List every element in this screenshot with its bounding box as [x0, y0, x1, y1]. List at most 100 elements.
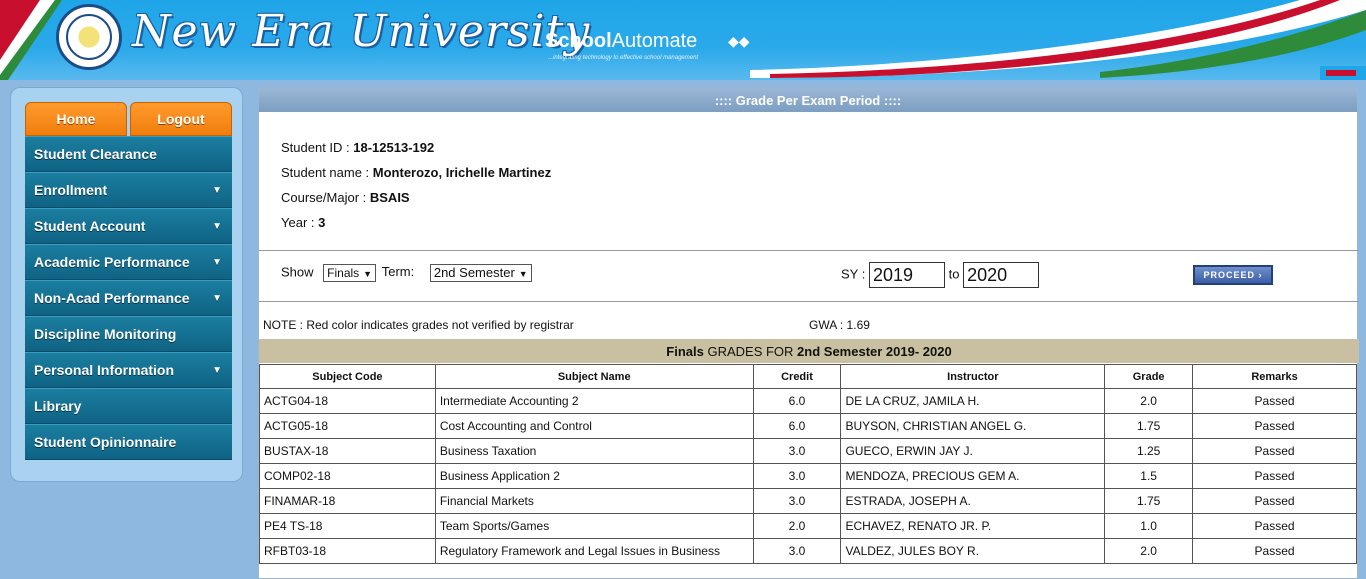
- product-school: School: [545, 30, 612, 52]
- table-row: BUSTAX-18 Business Taxation 3.0 GUECO, E…: [259, 438, 1357, 464]
- sidebar-item-student-account[interactable]: Student Account ▼: [25, 208, 232, 244]
- cell-remarks: Passed: [1192, 488, 1357, 514]
- cell-credit: 3.0: [752, 463, 842, 489]
- sidebar-item-label: Student Clearance: [34, 146, 157, 162]
- cell-subject-code: ACTG05-18: [259, 413, 436, 439]
- year-label: Year :: [281, 215, 319, 230]
- student-id-row: Student ID : 18-12513-192: [281, 140, 551, 165]
- cell-instructor: BUYSON, CHRISTIAN ANGEL G.: [840, 413, 1106, 439]
- diamond-icon: ◆◆: [728, 34, 750, 50]
- cell-remarks: Passed: [1192, 513, 1357, 539]
- sidebar-item-label: Library: [34, 398, 82, 414]
- sidebar-item-label: Academic Performance: [34, 254, 190, 270]
- sy-to-input[interactable]: 2020: [963, 262, 1040, 288]
- divider: [259, 301, 1359, 302]
- sidebar: Home Logout Student Clearance Enrollment…: [10, 87, 243, 482]
- cell-subject-name: Financial Markets: [434, 488, 754, 514]
- cell-credit: 3.0: [752, 538, 842, 564]
- home-button[interactable]: Home: [25, 102, 127, 136]
- sidebar-item-personal-information[interactable]: Personal Information ▼: [25, 352, 232, 388]
- band-term: 2nd Semester 2019- 2020: [797, 343, 952, 359]
- cell-remarks: Passed: [1192, 438, 1357, 464]
- cell-credit: 2.0: [752, 513, 842, 539]
- term-select[interactable]: 2nd Semester ▼: [429, 264, 532, 282]
- cell-grade: 2.0: [1104, 538, 1194, 564]
- chevron-down-icon: ▼: [212, 364, 222, 376]
- cell-subject-code: PE4 TS-18: [259, 513, 436, 539]
- course-value: BSAIS: [369, 190, 410, 205]
- cell-credit: 6.0: [752, 413, 842, 439]
- school-year-group: SY : 2019 to 2020: [841, 262, 1040, 288]
- cell-instructor: MENDOZA, PRECIOUS GEM A.: [840, 463, 1106, 489]
- chevron-down-icon: ▼: [212, 256, 222, 268]
- cell-grade: 2.0: [1104, 388, 1194, 414]
- note-text: NOTE : Red color indicates grades not ve…: [263, 318, 574, 332]
- sidebar-item-academic-performance[interactable]: Academic Performance ▼: [25, 244, 232, 280]
- sidebar-item-label: Enrollment: [34, 182, 108, 198]
- cell-subject-name: Intermediate Accounting 2: [434, 388, 754, 414]
- cell-grade: 1.0: [1104, 513, 1194, 539]
- gwa-value: GWA : 1.69: [809, 318, 870, 332]
- cell-credit: 3.0: [752, 488, 842, 514]
- panel-title: :::: Grade Per Exam Period ::::: [259, 88, 1357, 112]
- chevron-down-icon: ▼: [363, 269, 373, 279]
- table-row: ACTG05-18 Cost Accounting and Control 6.…: [259, 413, 1357, 439]
- col-subject-name: Subject Name: [434, 364, 754, 389]
- cell-subject-code: BUSTAX-18: [259, 438, 436, 464]
- sidebar-item-discipline-monitoring[interactable]: Discipline Monitoring: [25, 316, 232, 352]
- table-row: ACTG04-18 Intermediate Accounting 2 6.0 …: [259, 388, 1357, 414]
- cell-subject-name: Team Sports/Games: [434, 513, 754, 539]
- sidebar-item-library[interactable]: Library: [25, 388, 232, 424]
- cell-instructor: ECHAVEZ, RENATO JR. P.: [840, 513, 1106, 539]
- grades-header-band: Finals GRADES FOR 2nd Semester 2019- 202…: [259, 339, 1359, 363]
- cell-subject-name: Business Application 2: [434, 463, 754, 489]
- tagline: ...integrating technology to effective s…: [548, 55, 699, 61]
- show-label: Show: [281, 264, 314, 280]
- cell-remarks: Passed: [1192, 463, 1357, 489]
- cell-subject-code: COMP02-18: [259, 463, 436, 489]
- divider: [259, 250, 1359, 251]
- filter-bar: Show Finals ▼ Term: 2nd Semester ▼ SY : 20…: [281, 262, 1341, 290]
- logout-button[interactable]: Logout: [130, 102, 232, 136]
- cell-instructor: ESTRADA, JOSEPH A.: [840, 488, 1106, 514]
- sidebar-item-student-opinionnaire[interactable]: Student Opinionnaire: [25, 424, 232, 460]
- proceed-button[interactable]: PROCEED ›: [1193, 265, 1273, 285]
- exam-period-select[interactable]: Finals ▼: [323, 264, 377, 282]
- student-id-value: 18-12513-192: [353, 140, 435, 155]
- cell-credit: 6.0: [752, 388, 842, 414]
- student-name-label: Student name :: [281, 165, 373, 180]
- product-name: SchoolAutomate: [545, 30, 697, 53]
- sidebar-item-non-acad-performance[interactable]: Non-Acad Performance ▼: [25, 280, 232, 316]
- col-subject-code: Subject Code: [259, 364, 436, 389]
- student-info: Student ID : 18-12513-192 Student name :…: [281, 140, 551, 240]
- chevron-down-icon: ▼: [518, 269, 528, 279]
- cell-instructor: VALDEZ, JULES BOY R.: [840, 538, 1106, 564]
- student-name-value: Monterozo, Irichelle Martinez: [372, 165, 552, 180]
- cell-remarks: Passed: [1192, 388, 1357, 414]
- sy-label: SY :: [841, 266, 866, 282]
- cell-credit: 3.0: [752, 438, 842, 464]
- sidebar-item-enrollment[interactable]: Enrollment ▼: [25, 172, 232, 208]
- product-automate: Automate: [611, 30, 698, 52]
- seal-inner: [66, 14, 112, 60]
- term-value: 2nd Semester: [433, 265, 515, 280]
- chevron-down-icon: ▼: [212, 184, 222, 196]
- cell-subject-code: ACTG04-18: [259, 388, 436, 414]
- top-buttons: Home Logout: [25, 102, 232, 136]
- cell-subject-name: Business Taxation: [434, 438, 754, 464]
- sidebar-item-label: Non-Acad Performance: [34, 290, 190, 306]
- year-value: 3: [318, 215, 326, 230]
- cell-instructor: GUECO, ERWIN JAY J.: [840, 438, 1106, 464]
- exam-period-value: Finals: [327, 266, 360, 280]
- cell-grade: 1.5: [1104, 463, 1194, 489]
- year-row: Year : 3: [281, 215, 551, 240]
- sidebar-item-student-clearance[interactable]: Student Clearance: [25, 136, 232, 172]
- brand-title: New Era University: [132, 6, 591, 57]
- sidebar-item-label: Student Opinionnaire: [34, 434, 177, 450]
- sidebar-item-label: Discipline Monitoring: [34, 326, 177, 342]
- cell-remarks: Passed: [1192, 538, 1357, 564]
- cell-subject-name: Cost Accounting and Control: [434, 413, 754, 439]
- cell-instructor: DE LA CRUZ, JAMILA H.: [840, 388, 1106, 414]
- course-row: Course/Major : BSAIS: [281, 190, 551, 215]
- sy-from-input[interactable]: 2019: [868, 262, 945, 288]
